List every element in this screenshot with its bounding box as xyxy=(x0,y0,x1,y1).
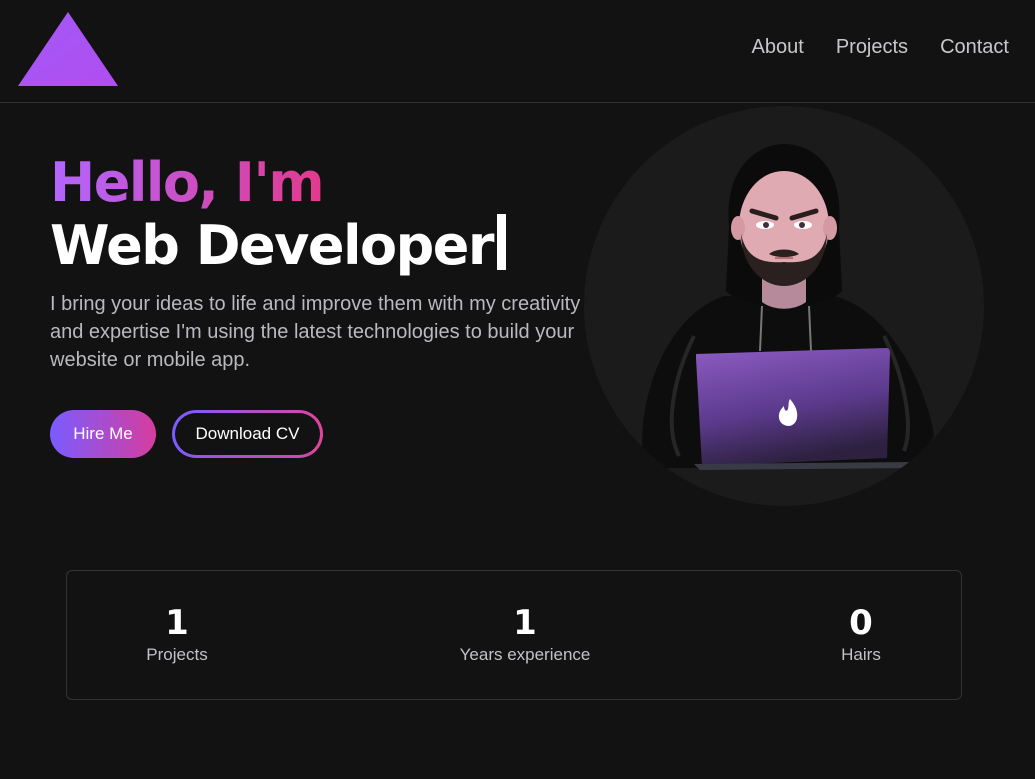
download-cv-label: Download CV xyxy=(175,413,320,455)
stat-value: 1 xyxy=(165,603,189,643)
triangle-logo-icon[interactable] xyxy=(18,12,118,86)
hero-title: Hello, I'm Web Developer xyxy=(50,151,507,277)
nav-projects[interactable]: Projects xyxy=(836,36,908,59)
nav-contact[interactable]: Contact xyxy=(940,36,1009,59)
stat-projects: 1 Projects xyxy=(67,603,287,665)
hire-me-button[interactable]: Hire Me xyxy=(50,410,156,458)
stat-label: Years experience xyxy=(459,645,591,664)
stat-years-experience: 1 Years experience xyxy=(415,603,635,665)
avatar xyxy=(584,106,984,506)
portfolio-page: About Projects Contact Hello, I'm Web De… xyxy=(0,0,1035,779)
hero-description: I bring your ideas to life and improve t… xyxy=(50,293,581,371)
hero-greeting: Hello, I'm xyxy=(50,151,325,214)
main-nav: About Projects Contact xyxy=(752,36,1009,59)
developer-avatar-illustration xyxy=(584,106,984,506)
stat-hairs: 0 Hairs xyxy=(751,603,971,665)
stat-value: 0 xyxy=(849,603,873,643)
hero-role: Web Developer xyxy=(50,214,495,277)
stats-panel: 1 Projects 1 Years experience 0 Hairs xyxy=(66,570,962,700)
site-header: About Projects Contact xyxy=(0,0,1035,103)
stat-value: 1 xyxy=(513,603,537,643)
stat-label: Projects xyxy=(146,645,208,664)
typing-cursor xyxy=(497,214,507,270)
download-cv-button[interactable]: Download CV xyxy=(172,410,323,458)
stat-label: Hairs xyxy=(841,645,881,664)
nav-about[interactable]: About xyxy=(752,36,804,59)
